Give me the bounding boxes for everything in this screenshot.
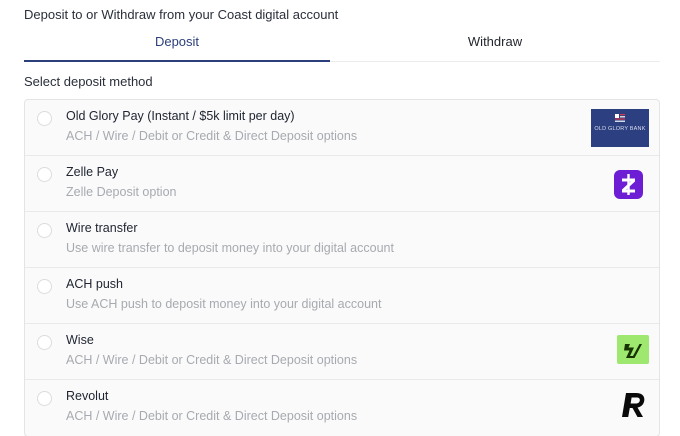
logo-text: OLD GLORY BANK [594,126,646,132]
radio-button[interactable] [37,335,52,350]
wise-logo [617,335,649,364]
page-title: Deposit to or Withdraw from your Coast d… [24,7,339,22]
method-description: ACH / Wire / Debit or Credit & Direct De… [66,409,358,423]
radio-button[interactable] [37,167,52,182]
method-description: ACH / Wire / Debit or Credit & Direct De… [66,353,358,367]
radio-button[interactable] [37,279,52,294]
method-description: Use wire transfer to deposit money into … [66,241,394,255]
method-name: ACH push [66,277,123,291]
method-wire-transfer[interactable]: Wire transfer Use wire transfer to depos… [25,212,659,268]
method-wise[interactable]: Wise ACH / Wire / Debit or Credit & Dire… [25,324,659,380]
method-description: Use ACH push to deposit money into your … [66,297,382,311]
method-revolut[interactable]: Revolut ACH / Wire / Debit or Credit & D… [25,380,659,436]
radio-button[interactable] [37,111,52,126]
method-name: Wire transfer [66,221,138,235]
method-description: ACH / Wire / Debit or Credit & Direct De… [66,129,358,143]
tab-withdraw[interactable]: Withdraw [330,28,660,61]
method-name: Old Glory Pay (Instant / $5k limit per d… [66,109,295,123]
section-label: Select deposit method [24,74,153,89]
tab-deposit[interactable]: Deposit [24,28,330,62]
method-description: Zelle Deposit option [66,185,177,199]
deposit-withdraw-tabs: Deposit Withdraw [24,28,660,62]
deposit-method-list: Old Glory Pay (Instant / $5k limit per d… [24,99,660,436]
radio-button[interactable] [37,391,52,406]
zelle-logo [614,170,643,199]
method-name: Revolut [66,389,109,403]
method-zelle-pay[interactable]: Zelle Pay Zelle Deposit option [25,156,659,212]
old-glory-bank-logo: OLD GLORY BANK [591,109,649,147]
method-name: Wise [66,333,94,347]
revolut-logo [615,386,651,422]
radio-button[interactable] [37,223,52,238]
method-ach-push[interactable]: ACH push Use ACH push to deposit money i… [25,268,659,324]
method-name: Zelle Pay [66,165,119,179]
method-old-glory-pay[interactable]: Old Glory Pay (Instant / $5k limit per d… [25,100,659,156]
